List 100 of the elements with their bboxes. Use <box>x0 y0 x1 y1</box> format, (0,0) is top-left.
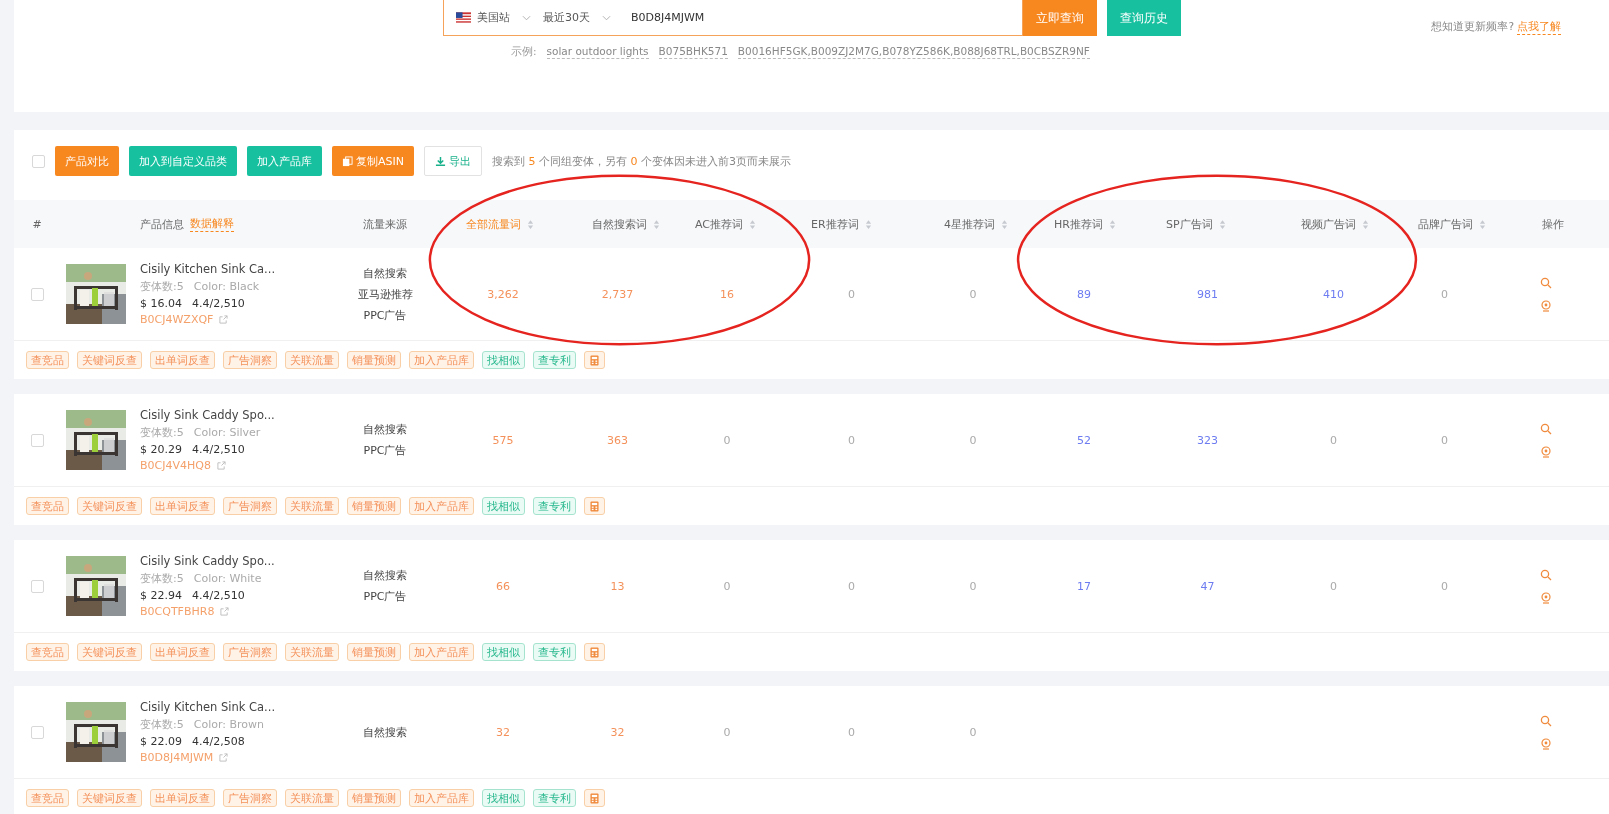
example-link[interactable]: solar outdoor lights <box>546 45 649 59</box>
example-link[interactable]: B075BHK571 <box>658 45 728 59</box>
metric-value[interactable]: 0 <box>723 725 731 739</box>
product-title[interactable]: Cisily Sink Caddy Spo... <box>140 554 275 568</box>
column-header[interactable]: SP广告词 <box>1166 216 1213 232</box>
tool-tag[interactable]: 查专利 <box>533 789 576 807</box>
row-checkbox[interactable] <box>30 433 44 447</box>
search-icon[interactable] <box>1540 568 1552 581</box>
toolbar-button[interactable]: 产品对比 <box>55 146 119 176</box>
column-header[interactable]: 自然搜索词 <box>592 216 647 232</box>
sort-icon[interactable] <box>1362 218 1369 230</box>
toolbar-button[interactable]: 加入到自定义品类 <box>129 146 237 176</box>
metric-value[interactable]: 16 <box>720 287 734 301</box>
tool-tag[interactable]: 出单词反查 <box>150 643 215 661</box>
search-icon[interactable] <box>1540 714 1552 727</box>
sort-icon[interactable] <box>864 218 872 230</box>
asin-link[interactable]: B0D8J4MJWM <box>140 751 214 764</box>
column-header[interactable]: 视频广告词 <box>1301 216 1356 232</box>
help-link[interactable]: 点我了解 <box>1517 20 1561 35</box>
metric-value[interactable]: 0 <box>1441 287 1448 301</box>
metric-value[interactable]: 0 <box>969 433 977 447</box>
sort-icon[interactable] <box>749 218 756 230</box>
tool-tag[interactable]: 广告洞察 <box>223 497 277 515</box>
sort-icon[interactable] <box>653 218 660 230</box>
period-select[interactable]: 最近30天 <box>543 10 590 25</box>
metric-value[interactable]: 0 <box>848 287 855 301</box>
sort-icon[interactable] <box>527 218 534 230</box>
metric-value[interactable]: 0 <box>1330 433 1337 447</box>
tool-tag[interactable]: 查专利 <box>533 351 576 369</box>
search-field[interactable]: 美国站 最近30天 B0D8J4MJWM <box>443 0 1023 36</box>
tool-tag[interactable]: 查竞品 <box>26 497 69 515</box>
tool-tag[interactable]: 销量预测 <box>347 643 401 661</box>
metric-value[interactable]: 0 <box>723 579 731 593</box>
toolbar-button[interactable]: 复制ASIN <box>332 146 414 176</box>
metric-value[interactable]: 32 <box>610 725 625 739</box>
metric-value[interactable]: 13 <box>610 579 625 593</box>
tool-tag[interactable]: 广告洞察 <box>223 643 277 661</box>
sort-icon[interactable] <box>1001 218 1008 230</box>
metric-value[interactable]: 0 <box>723 433 731 447</box>
calculator-button[interactable] <box>584 497 605 515</box>
calculator-button[interactable] <box>584 643 605 661</box>
tool-tag[interactable]: 加入产品库 <box>409 497 474 515</box>
tool-tag[interactable]: 出单词反查 <box>150 351 215 369</box>
toolbar-button[interactable]: 加入产品库 <box>247 146 322 176</box>
tool-tag[interactable]: 查竞品 <box>26 643 69 661</box>
tool-tag[interactable]: 加入产品库 <box>409 351 474 369</box>
tool-tag[interactable]: 销量预测 <box>347 351 401 369</box>
data-explain-link[interactable]: 数据解释 <box>190 216 234 232</box>
asin-link[interactable]: B0CJ4WZXQF <box>140 313 214 326</box>
column-header[interactable]: 品牌广告词 <box>1418 216 1473 232</box>
location-pin-icon[interactable] <box>1540 737 1552 750</box>
select-all-checkbox[interactable] <box>32 154 45 168</box>
tool-tag[interactable]: 关联流量 <box>285 789 339 807</box>
column-header[interactable]: AC推荐词 <box>695 216 743 232</box>
metric-value[interactable]: 410 <box>1323 287 1344 301</box>
sort-icon[interactable] <box>1108 218 1116 230</box>
location-pin-icon[interactable] <box>1540 445 1552 458</box>
search-icon[interactable] <box>1540 276 1552 289</box>
calculator-button[interactable] <box>584 351 605 369</box>
metric-value[interactable]: 363 <box>607 433 628 447</box>
metric-value[interactable]: 981 <box>1197 287 1218 301</box>
product-title[interactable]: Cisily Kitchen Sink Ca... <box>140 700 276 714</box>
metric-value[interactable]: 66 <box>496 579 510 593</box>
product-title[interactable]: Cisily Kitchen Sink Ca... <box>140 262 276 276</box>
tool-tag[interactable]: 查竞品 <box>26 351 69 369</box>
tool-tag[interactable]: 查专利 <box>533 643 576 661</box>
tool-tag[interactable]: 出单词反查 <box>150 789 215 807</box>
tool-tag[interactable]: 关键词反查 <box>77 497 142 515</box>
asin-link[interactable]: B0CJ4V4HQ8 <box>140 459 211 472</box>
example-link[interactable]: B0016HF5GK,B009ZJ2M7G,B078YZ586K,B088J68TRL,B0CBSZR9NF <box>737 45 1090 59</box>
metric-value[interactable]: 0 <box>969 579 977 593</box>
tool-tag[interactable]: 广告洞察 <box>223 789 277 807</box>
metric-value[interactable]: 2,737 <box>601 287 634 301</box>
metric-value[interactable]: 0 <box>1441 579 1448 593</box>
tool-tag[interactable]: 出单词反查 <box>150 497 215 515</box>
metric-value[interactable]: 17 <box>1077 579 1091 593</box>
tool-tag[interactable]: 关键词反查 <box>77 643 142 661</box>
metric-value[interactable]: 0 <box>969 287 977 301</box>
calculator-button[interactable] <box>584 789 605 807</box>
metric-value[interactable]: 0 <box>969 725 977 739</box>
tool-tag[interactable]: 销量预测 <box>347 497 401 515</box>
metric-value[interactable]: 0 <box>1441 433 1448 447</box>
column-header[interactable]: HR推荐词 <box>1054 216 1103 232</box>
metric-value[interactable]: 47 <box>1200 579 1215 593</box>
tool-tag[interactable]: 关联流量 <box>285 351 339 369</box>
toolbar-button[interactable]: 导出 <box>424 146 482 176</box>
metric-value[interactable]: 52 <box>1077 433 1091 447</box>
row-checkbox[interactable] <box>30 725 44 739</box>
tool-tag[interactable]: 找相似 <box>482 351 525 369</box>
column-header[interactable]: ER推荐词 <box>811 216 859 232</box>
tool-tag[interactable]: 查专利 <box>533 497 576 515</box>
tool-tag[interactable]: 找相似 <box>482 497 525 515</box>
tool-tag[interactable]: 关键词反查 <box>77 351 142 369</box>
sort-icon[interactable] <box>1218 218 1226 230</box>
metric-value[interactable]: 0 <box>848 433 855 447</box>
tool-tag[interactable]: 销量预测 <box>347 789 401 807</box>
external-link-icon[interactable] <box>219 753 229 762</box>
column-header[interactable]: 全部流量词 <box>466 216 521 232</box>
product-title[interactable]: Cisily Sink Caddy Spo... <box>140 408 275 422</box>
external-link-icon[interactable] <box>219 315 229 324</box>
